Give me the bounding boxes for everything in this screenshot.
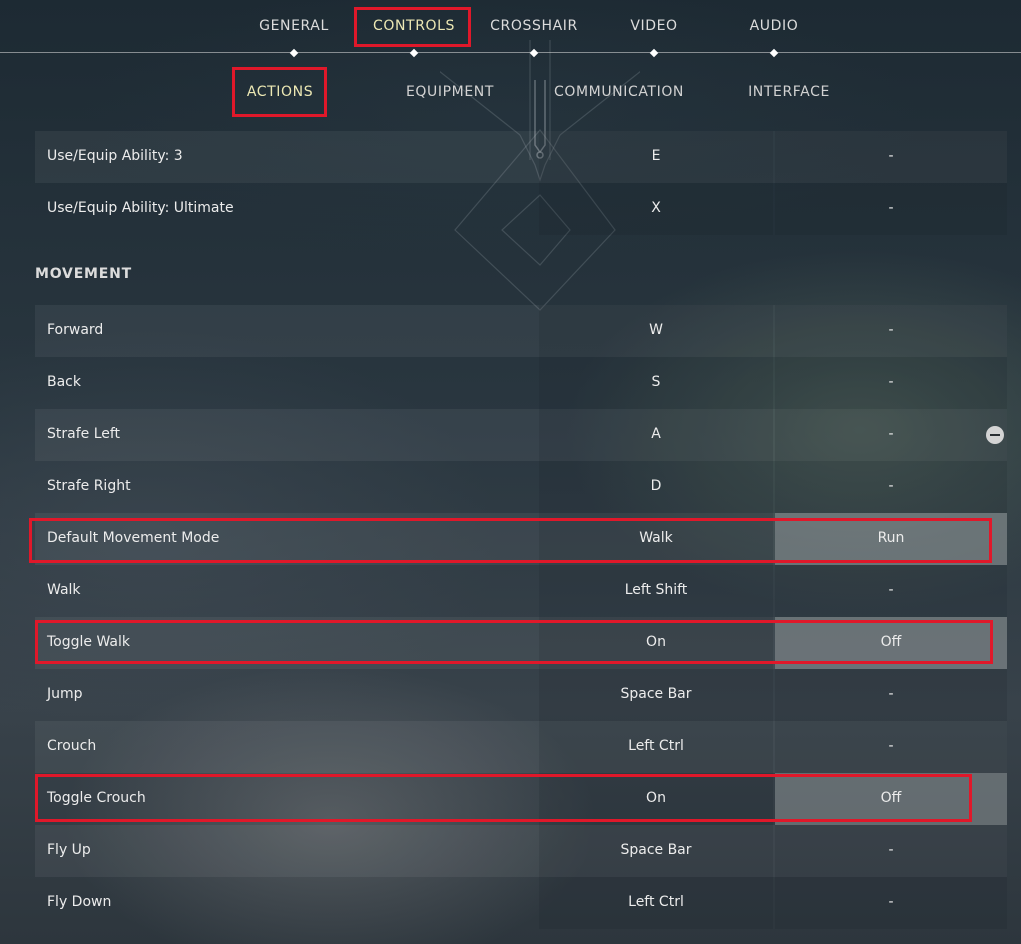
controls-subtab-bar: ACTIONS EQUIPMENT COMMUNICATION INTERFAC… xyxy=(0,66,1021,118)
keybind-label: Toggle Walk xyxy=(47,634,130,650)
secondary-key-slot[interactable]: - xyxy=(775,721,1007,773)
option-on[interactable]: On xyxy=(539,773,773,825)
tab-audio-label: AUDIO xyxy=(749,18,799,34)
keybind-row-back: Back S - xyxy=(35,357,1007,409)
tab-video-label: VIDEO xyxy=(630,18,678,34)
keybind-row-fly-up: Fly Up Space Bar - xyxy=(35,825,1007,877)
primary-key-slot[interactable]: A xyxy=(539,409,773,461)
keybind-label: Jump xyxy=(47,686,83,702)
tab-marker-icon xyxy=(409,48,419,58)
tab-marker-icon xyxy=(649,48,659,58)
keybind-row-jump: Jump Space Bar - xyxy=(35,669,1007,721)
section-title-movement: MOVEMENT xyxy=(35,266,133,282)
keybind-label: Fly Down xyxy=(47,894,112,910)
primary-key-slot[interactable]: X xyxy=(539,183,773,235)
primary-key-slot[interactable]: S xyxy=(539,357,773,409)
subtab-equipment[interactable]: EQUIPMENT xyxy=(395,66,505,118)
tab-crosshair-label: CROSSHAIR xyxy=(490,18,578,34)
primary-key-slot[interactable]: D xyxy=(539,461,773,513)
keybind-row-toggle-walk: Toggle Walk On Off xyxy=(35,617,1007,669)
option-run[interactable]: Run xyxy=(775,513,1007,565)
keybind-label: Strafe Left xyxy=(47,426,121,442)
keybind-row-forward: Forward W - xyxy=(35,305,1007,357)
primary-key-slot[interactable]: E xyxy=(539,131,773,183)
subtab-actions-label: ACTIONS xyxy=(246,84,314,100)
option-off[interactable]: Off xyxy=(775,773,1007,825)
keybind-row-fly-down: Fly Down Left Ctrl - xyxy=(35,877,1007,929)
tab-marker-icon xyxy=(769,48,779,58)
secondary-key-slot[interactable]: - xyxy=(775,305,1007,357)
subtab-actions[interactable]: ACTIONS xyxy=(235,66,325,118)
keybind-label: Crouch xyxy=(47,738,97,754)
subtab-interface[interactable]: INTERFACE xyxy=(739,66,839,118)
subtab-equipment-label: EQUIPMENT xyxy=(405,84,495,100)
keybind-label: Strafe Right xyxy=(47,478,131,494)
tab-controls-label: CONTROLS xyxy=(372,18,456,34)
subtab-interface-label: INTERFACE xyxy=(748,84,830,100)
primary-key-slot[interactable]: Space Bar xyxy=(539,825,773,877)
keybind-row-default-movement-mode: Default Movement Mode Walk Run xyxy=(35,513,1007,565)
keybind-row-strafe-right: Strafe Right D - xyxy=(35,461,1007,513)
keybind-row-ability-3: Use/Equip Ability: 3 E - xyxy=(35,131,1007,183)
primary-key-slot[interactable]: W xyxy=(539,305,773,357)
keybind-row-crouch: Crouch Left Ctrl - xyxy=(35,721,1007,773)
tab-marker-icon xyxy=(289,48,299,58)
tab-general-label: GENERAL xyxy=(259,18,329,34)
secondary-key-slot[interactable]: - xyxy=(775,825,1007,877)
option-walk[interactable]: Walk xyxy=(539,513,773,565)
subtab-communication-label: COMMUNICATION xyxy=(553,84,685,100)
tab-general[interactable]: GENERAL xyxy=(244,0,344,58)
primary-key-slot[interactable]: Space Bar xyxy=(539,669,773,721)
keybind-label: Back xyxy=(47,374,81,390)
secondary-key-slot[interactable]: - xyxy=(775,183,1007,235)
keybind-label: Use/Equip Ability: 3 xyxy=(47,148,183,164)
secondary-key-slot[interactable]: - xyxy=(775,409,1007,461)
keybind-label: Toggle Crouch xyxy=(47,790,146,806)
keybind-row-strafe-left: Strafe Left A - xyxy=(35,409,1007,461)
option-off[interactable]: Off xyxy=(775,617,1007,669)
option-on[interactable]: On xyxy=(539,617,773,669)
tab-controls[interactable]: CONTROLS xyxy=(358,0,470,58)
settings-tab-bar: GENERAL CONTROLS CROSSHAIR VIDEO AUDIO xyxy=(0,0,1021,58)
minus-circle-icon[interactable] xyxy=(986,426,1004,444)
tab-video[interactable]: VIDEO xyxy=(609,0,699,58)
keybind-row-ability-ultimate: Use/Equip Ability: Ultimate X - xyxy=(35,183,1007,235)
keybind-label: Forward xyxy=(47,322,104,338)
secondary-key-slot[interactable]: - xyxy=(775,669,1007,721)
secondary-key-slot[interactable]: - xyxy=(775,565,1007,617)
tab-marker-icon xyxy=(529,48,539,58)
tab-audio[interactable]: AUDIO xyxy=(729,0,819,58)
secondary-key-slot[interactable]: - xyxy=(775,877,1007,929)
subtab-communication[interactable]: COMMUNICATION xyxy=(549,66,689,118)
primary-key-slot[interactable]: Left Ctrl xyxy=(539,721,773,773)
primary-key-slot[interactable]: Left Ctrl xyxy=(539,877,773,929)
keybind-label: Fly Up xyxy=(47,842,91,858)
keybind-row-toggle-crouch: Toggle Crouch On Off xyxy=(35,773,1007,825)
secondary-key-slot[interactable]: - xyxy=(775,131,1007,183)
secondary-key-slot[interactable]: - xyxy=(775,461,1007,513)
keybind-label: Use/Equip Ability: Ultimate xyxy=(47,200,234,216)
keybind-label: Walk xyxy=(47,582,81,598)
keybind-row-walk: Walk Left Shift - xyxy=(35,565,1007,617)
keybind-label: Default Movement Mode xyxy=(47,530,220,546)
primary-key-slot[interactable]: Left Shift xyxy=(539,565,773,617)
tab-crosshair[interactable]: CROSSHAIR xyxy=(479,0,589,58)
secondary-key-slot[interactable]: - xyxy=(775,357,1007,409)
